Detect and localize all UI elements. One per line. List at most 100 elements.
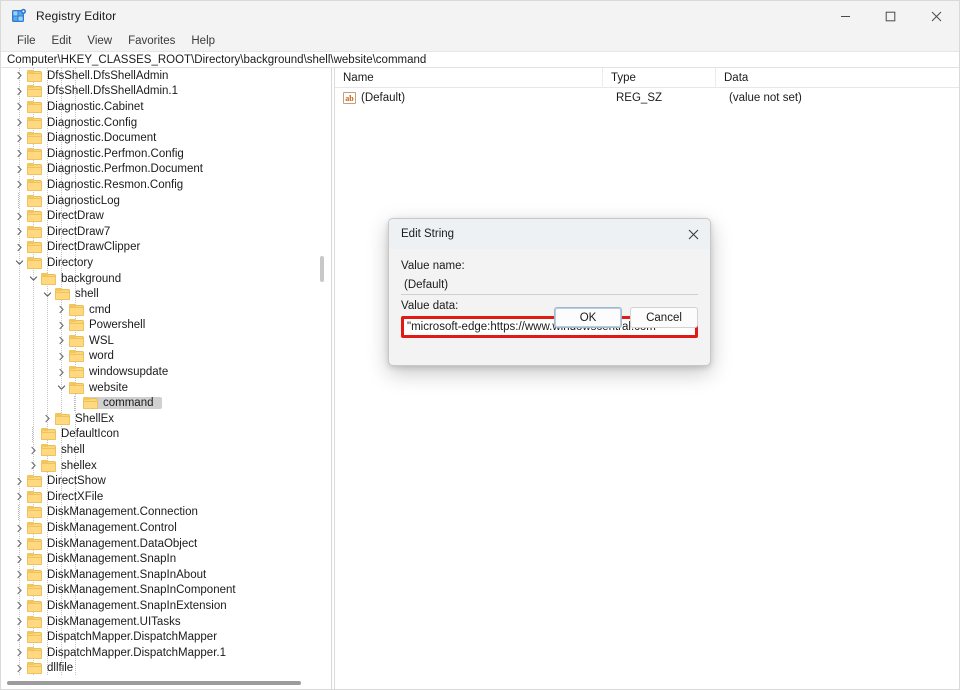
tree-item[interactable]: background <box>1 271 319 287</box>
minimize-icon[interactable] <box>823 1 868 31</box>
tree-item[interactable]: DiskManagement.SnapInComponent <box>1 583 319 599</box>
chevron-right-icon[interactable] <box>53 349 69 364</box>
value-row-default[interactable]: ab (Default) REG_SZ (value not set) <box>335 88 959 107</box>
tree-item[interactable]: Diagnostic.Config <box>1 115 319 131</box>
chevron-right-icon[interactable] <box>11 583 27 598</box>
tree-item[interactable]: shell <box>1 286 319 302</box>
chevron-down-icon[interactable] <box>39 287 55 302</box>
chevron-right-icon[interactable] <box>11 598 27 613</box>
chevron-right-icon[interactable] <box>11 645 27 660</box>
chevron-right-icon[interactable] <box>11 240 27 255</box>
chevron-right-icon[interactable] <box>53 318 69 333</box>
chevron-right-icon[interactable] <box>11 131 27 146</box>
tree-item[interactable]: DirectDrawClipper <box>1 240 319 256</box>
tree-item[interactable]: DefaultIcon <box>1 427 319 443</box>
tree-item[interactable]: DiagnosticLog <box>1 193 319 209</box>
chevron-right-icon[interactable] <box>11 84 27 99</box>
chevron-right-icon[interactable] <box>11 209 27 224</box>
tree-item[interactable]: cmd <box>1 302 319 318</box>
menu-item-edit[interactable]: Edit <box>44 33 80 49</box>
chevron-right-icon[interactable] <box>11 146 27 161</box>
tree-item[interactable]: DfsShell.DfsShellAdmin <box>1 68 319 84</box>
chevron-right-icon[interactable] <box>11 224 27 239</box>
chevron-right-icon[interactable] <box>53 302 69 317</box>
tree-item[interactable]: command <box>1 395 319 411</box>
chevron-right-icon[interactable] <box>11 614 27 629</box>
pane-splitter[interactable] <box>331 68 334 689</box>
tree-horizontal-scroll-thumb[interactable] <box>7 681 301 685</box>
tree-item[interactable]: DirectXFile <box>1 489 319 505</box>
chevron-right-icon[interactable] <box>11 536 27 551</box>
tree-item[interactable]: Powershell <box>1 318 319 334</box>
chevron-right-icon[interactable] <box>11 68 27 83</box>
chevron-right-icon[interactable] <box>11 661 27 675</box>
tree-item[interactable]: Directory <box>1 255 319 271</box>
chevron-right-icon[interactable] <box>25 443 41 458</box>
tree-vertical-scrollbar[interactable] <box>318 68 326 675</box>
tree-item[interactable]: DiskManagement.SnapIn <box>1 551 319 567</box>
tree-horizontal-scrollbar[interactable] <box>1 677 319 689</box>
tree-item[interactable]: DirectDraw <box>1 208 319 224</box>
chevron-right-icon[interactable] <box>11 552 27 567</box>
tree-item[interactable]: website <box>1 380 319 396</box>
column-header-data[interactable]: Data <box>716 68 956 88</box>
tree-item[interactable]: Diagnostic.Perfmon.Config <box>1 146 319 162</box>
chevron-right-icon[interactable] <box>11 567 27 582</box>
maximize-icon[interactable] <box>868 1 913 31</box>
cancel-button[interactable]: Cancel <box>630 307 698 328</box>
chevron-right-icon[interactable] <box>11 99 27 114</box>
column-header-name[interactable]: Name <box>335 68 603 88</box>
chevron-right-icon[interactable] <box>25 458 41 473</box>
tree-item[interactable]: DiskManagement.Connection <box>1 505 319 521</box>
chevron-right-icon[interactable] <box>53 365 69 380</box>
chevron-right-icon[interactable] <box>11 521 27 536</box>
address-bar[interactable]: Computer\HKEY_CLASSES_ROOT\Directory\bac… <box>1 51 959 68</box>
tree-item[interactable]: dllfile <box>1 661 319 675</box>
ok-button[interactable]: OK <box>554 307 622 328</box>
menu-item-help[interactable]: Help <box>183 33 223 49</box>
tree-item[interactable]: Diagnostic.Document <box>1 130 319 146</box>
tree-item[interactable]: DispatchMapper.DispatchMapper <box>1 629 319 645</box>
menu-item-view[interactable]: View <box>79 33 120 49</box>
tree-item[interactable]: DiskManagement.SnapInExtension <box>1 598 319 614</box>
chevron-right-icon[interactable] <box>11 474 27 489</box>
dialog-close-icon[interactable] <box>676 219 710 249</box>
tree-item[interactable]: Diagnostic.Perfmon.Document <box>1 162 319 178</box>
tree-item[interactable]: DiskManagement.DataObject <box>1 536 319 552</box>
chevron-right-icon[interactable] <box>53 333 69 348</box>
column-header-type[interactable]: Type <box>603 68 716 88</box>
chevron-right-icon[interactable] <box>11 162 27 177</box>
registry-tree[interactable]: DfsShell.DfsShellAdminDfsShell.DfsShellA… <box>1 68 319 675</box>
tree-item[interactable]: shell <box>1 442 319 458</box>
tree-item[interactable]: DiskManagement.Control <box>1 520 319 536</box>
chevron-down-icon[interactable] <box>11 255 27 270</box>
tree-item[interactable]: DispatchMapper.DispatchMapper.1 <box>1 645 319 661</box>
tree-item[interactable]: WSL <box>1 333 319 349</box>
chevron-right-icon[interactable] <box>11 630 27 645</box>
tree-item[interactable]: DfsShell.DfsShellAdmin.1 <box>1 84 319 100</box>
tree-item[interactable]: Diagnostic.Cabinet <box>1 99 319 115</box>
chevron-right-icon[interactable] <box>39 411 55 426</box>
tree-item[interactable]: windowsupdate <box>1 364 319 380</box>
registry-values-pane: Name Type Data ab (Default) REG_SZ (valu… <box>335 68 959 689</box>
tree-item[interactable]: DirectDraw7 <box>1 224 319 240</box>
tree-item[interactable]: Diagnostic.Resmon.Config <box>1 177 319 193</box>
tree-item[interactable]: shellex <box>1 458 319 474</box>
tree-vertical-scroll-thumb[interactable] <box>320 256 324 282</box>
menu-item-file[interactable]: File <box>9 33 44 49</box>
menu-item-favorites[interactable]: Favorites <box>120 33 183 49</box>
chevron-right-icon[interactable] <box>11 177 27 192</box>
value-name-input[interactable]: (Default) <box>401 276 698 295</box>
chevron-down-icon[interactable] <box>25 271 41 286</box>
chevron-down-icon[interactable] <box>53 380 69 395</box>
tree-item[interactable]: ShellEx <box>1 411 319 427</box>
tree-item[interactable]: DiskManagement.UITasks <box>1 614 319 630</box>
close-icon[interactable] <box>913 1 959 31</box>
values-column-headers: Name Type Data <box>335 68 959 88</box>
tree-item[interactable]: DiskManagement.SnapInAbout <box>1 567 319 583</box>
chevron-right-icon[interactable] <box>11 489 27 504</box>
tree-item[interactable]: DirectShow <box>1 473 319 489</box>
chevron-right-icon[interactable] <box>11 115 27 130</box>
tree-item-content: DiskManagement.DataObject <box>27 538 201 550</box>
tree-item[interactable]: word <box>1 349 319 365</box>
